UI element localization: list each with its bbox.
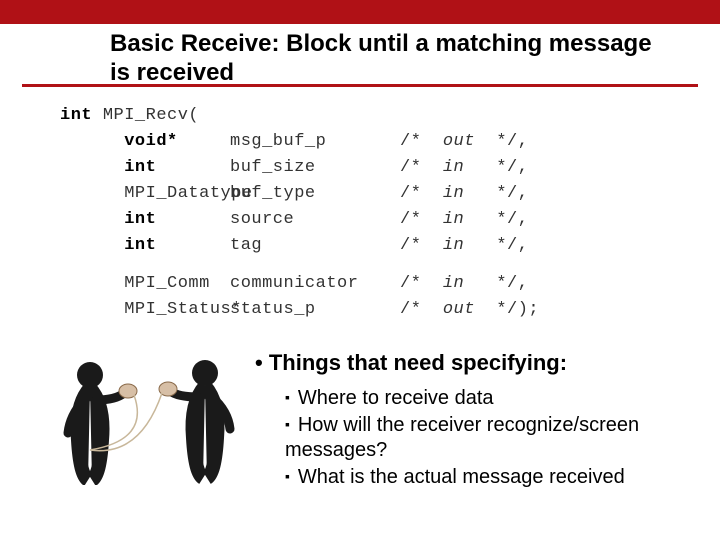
param-type: int — [60, 158, 230, 177]
param-name: communicator — [230, 274, 400, 293]
code-param-row: intbuf_size/* in */, — [60, 158, 539, 184]
code-param-row: inttag/* in */, — [60, 236, 539, 262]
bullet-sub: What is the actual message received — [285, 465, 695, 490]
param-type: void* — [60, 132, 230, 151]
param-comment: /* in */, — [400, 236, 528, 255]
slide-title: Basic Receive: Block until a matching me… — [110, 30, 670, 88]
param-name: msg_buf_p — [230, 132, 400, 151]
param-type: MPI_Comm — [60, 274, 230, 293]
param-name: buf_type — [230, 184, 400, 203]
code-param-row: MPI_Datatypebuf_type/* in */, — [60, 184, 539, 210]
bullet-sub: Where to receive data — [285, 386, 695, 411]
param-type: int — [60, 210, 230, 229]
param-comment: /* in */, — [400, 210, 528, 229]
param-comment: /* in */, — [400, 158, 528, 177]
bullet-block: Things that need specifying: Where to re… — [255, 350, 695, 492]
param-name: status_p — [230, 300, 400, 319]
bullet-sub: How will the receiver recognize/screen m… — [285, 413, 695, 463]
header-bar — [0, 0, 720, 24]
param-comment: /* in */, — [400, 274, 528, 293]
code-fn-name: MPI_Recv( — [103, 106, 199, 125]
code-param-row: MPI_Status*status_p/* out */); — [60, 300, 539, 326]
param-comment: /* out */, — [400, 132, 528, 151]
param-type: MPI_Status* — [60, 300, 230, 319]
param-comment: /* in */, — [400, 184, 528, 203]
param-name: source — [230, 210, 400, 229]
code-param-row: void*msg_buf_p/* out */, — [60, 132, 539, 158]
param-name: tag — [230, 236, 400, 255]
code-return-type: int — [60, 106, 92, 125]
param-type: int — [60, 236, 230, 255]
tin-can-phone-illustration — [50, 345, 250, 485]
param-type: MPI_Datatype — [60, 184, 230, 203]
code-block: int MPI_Recv( void*msg_buf_p/* out */, i… — [60, 106, 539, 326]
code-param-row: MPI_Commcommunicator/* in */, — [60, 274, 539, 300]
code-param-row: intsource/* in */, — [60, 210, 539, 236]
param-comment: /* out */); — [400, 300, 539, 319]
param-name: buf_size — [230, 158, 400, 177]
bullet-main: Things that need specifying: — [255, 350, 695, 376]
code-fn-decl: int MPI_Recv( — [60, 106, 539, 132]
